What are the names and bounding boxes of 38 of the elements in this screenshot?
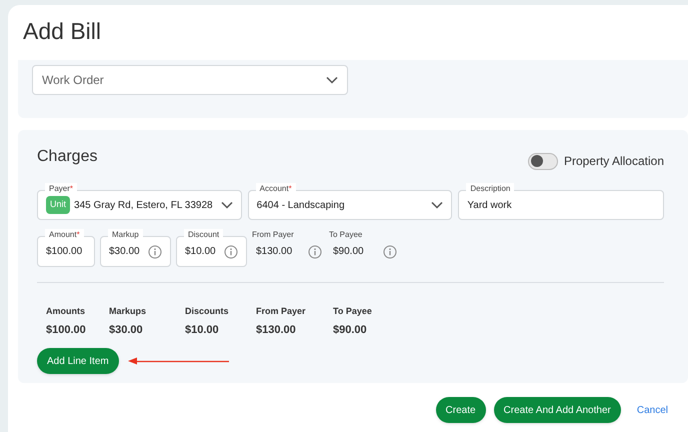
arrow-icon [128, 357, 230, 365]
field-label: Payer* [45, 183, 78, 195]
chevron-down-icon [431, 201, 444, 209]
field-label: From Payer [252, 229, 294, 241]
field-value: $130.00 [256, 245, 292, 259]
field-label: Markup [108, 229, 143, 241]
field-value: $90.00 [333, 245, 364, 259]
info-icon[interactable] [383, 244, 397, 258]
total-value: $130.00 [256, 322, 297, 338]
total-label: Discounts [185, 305, 230, 318]
unit-badge: Unit [46, 196, 70, 214]
amount-field[interactable]: $100.00 [37, 236, 95, 267]
footer-button[interactable]: Create And Add Another [494, 397, 621, 423]
charges-heading: Charges [37, 147, 98, 167]
total-value: $100.00 [46, 322, 87, 338]
cancel-link[interactable]: Cancel [636, 402, 668, 418]
info-icon[interactable] [148, 244, 162, 258]
field-label: Description [466, 183, 514, 195]
chevron-down-icon [220, 201, 233, 209]
total-label: To Payee [333, 305, 373, 318]
toggle-label: Property Allocation [564, 153, 664, 170]
info-icon[interactable] [224, 244, 238, 258]
page-title: Add Bill [22, 17, 102, 46]
chevron-down-icon [326, 76, 338, 84]
total-label: Amounts [46, 305, 86, 318]
footer-button[interactable]: Create [436, 397, 486, 423]
amount-field[interactable]: $10.00 [176, 236, 247, 267]
info-icon[interactable] [308, 244, 322, 258]
total-value: $10.00 [185, 322, 220, 338]
work-order-select[interactable]: Work Order [32, 65, 348, 95]
total-value: $30.00 [109, 322, 144, 338]
select-field[interactable]: 6404 - Landscaping [248, 190, 452, 220]
total-value: $90.00 [333, 322, 368, 338]
total-label: Markups [109, 305, 148, 318]
add-line-item-button[interactable]: Add Line Item [37, 348, 119, 374]
toggle-switch[interactable] [528, 152, 558, 170]
total-label: From Payer [256, 305, 307, 318]
field-label: To Payee [329, 229, 362, 241]
